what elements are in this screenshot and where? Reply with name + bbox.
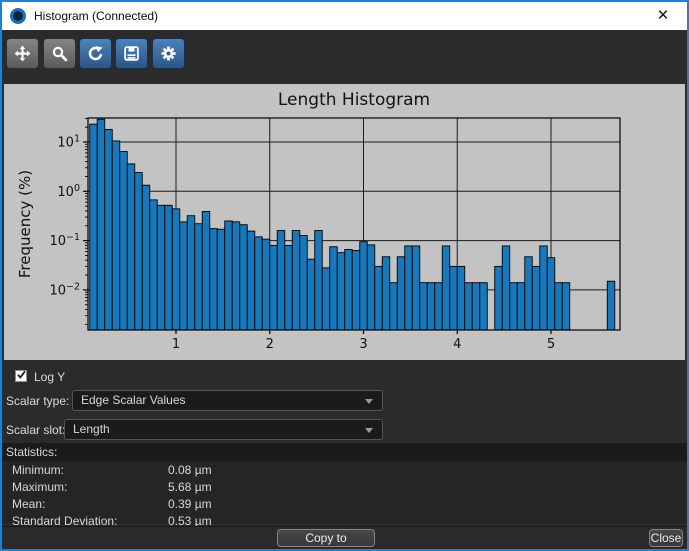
reset-view-button[interactable] [79,38,112,69]
title-bar[interactable]: Histogram (Connected) ✕ [2,2,687,30]
scalar-type-label: Scalar type: [6,394,69,408]
scalar-slot-dropdown[interactable]: Length [64,419,383,440]
stat-row-mean: Mean: 0.39 µm [2,497,687,512]
copy-to-clipboard-button[interactable]: Copy to Clipboard [277,529,375,547]
svg-text:3: 3 [359,337,367,352]
chevron-down-icon [365,399,373,404]
histogram-dialog: Histogram (Connected) ✕ [0,0,689,551]
scalar-slot-value: Length [73,422,110,436]
button-bar: Copy to Clipboard Close [2,526,687,549]
settings-button[interactable] [152,38,185,69]
window-close-icon[interactable]: ✕ [650,6,676,26]
svg-text:1: 1 [172,337,180,352]
save-button[interactable] [115,38,148,69]
histogram-chart: 1 2 3 4 5 101 100 10−1 10−2 Length Histogram Frequ… [4,84,685,360]
svg-text:100: 100 [57,183,80,200]
statistics-header: Statistics: [2,443,687,461]
stat-row-minimum: Minimum: 0.08 µm [2,463,687,478]
check-icon [16,367,27,385]
histogram-plot[interactable]: 1 2 3 4 5 101 100 10−1 10−2 Length Histogram Frequ… [4,84,685,360]
zoom-tool-button[interactable] [43,38,76,69]
scalar-type-value: Edge Scalar Values [81,393,186,407]
window-title: Histogram (Connected) [34,9,158,23]
gear-icon [160,45,177,62]
pan-icon [14,45,31,62]
pan-tool-button[interactable] [6,38,39,69]
svg-text:Frequency (%): Frequency (%) [16,170,34,278]
stat-label: Mean: [12,497,45,511]
rotate-ccw-icon [87,45,104,62]
statistics-header-label: Statistics: [6,445,57,459]
svg-text:10−1: 10−1 [49,232,80,249]
stat-label: Minimum: [12,463,64,477]
scalar-type-dropdown[interactable]: Edge Scalar Values [72,390,383,411]
svg-text:4: 4 [453,337,461,352]
stat-value: 5.68 µm [168,480,212,494]
chevron-down-icon [365,428,373,433]
stat-row-maximum: Maximum: 5.68 µm [2,480,687,495]
log-y-checkbox[interactable] [15,370,27,382]
svg-text:5: 5 [547,337,555,352]
svg-text:10−2: 10−2 [49,281,80,298]
stat-value: 0.08 µm [168,463,212,477]
app-icon [10,8,26,24]
svg-text:101: 101 [57,134,80,151]
floppy-save-icon [123,45,140,62]
close-button[interactable]: Close [649,529,683,547]
magnifier-icon [51,45,68,62]
svg-text:Length Histogram: Length Histogram [278,90,430,110]
svg-text:2: 2 [266,337,274,352]
stat-value: 0.39 µm [168,497,212,511]
log-y-label: Log Y [34,370,65,384]
scalar-slot-label: Scalar slot: [6,423,65,437]
statistics-panel: Minimum: 0.08 µm Maximum: 5.68 µm Mean: … [2,461,687,524]
stat-label: Maximum: [12,480,67,494]
